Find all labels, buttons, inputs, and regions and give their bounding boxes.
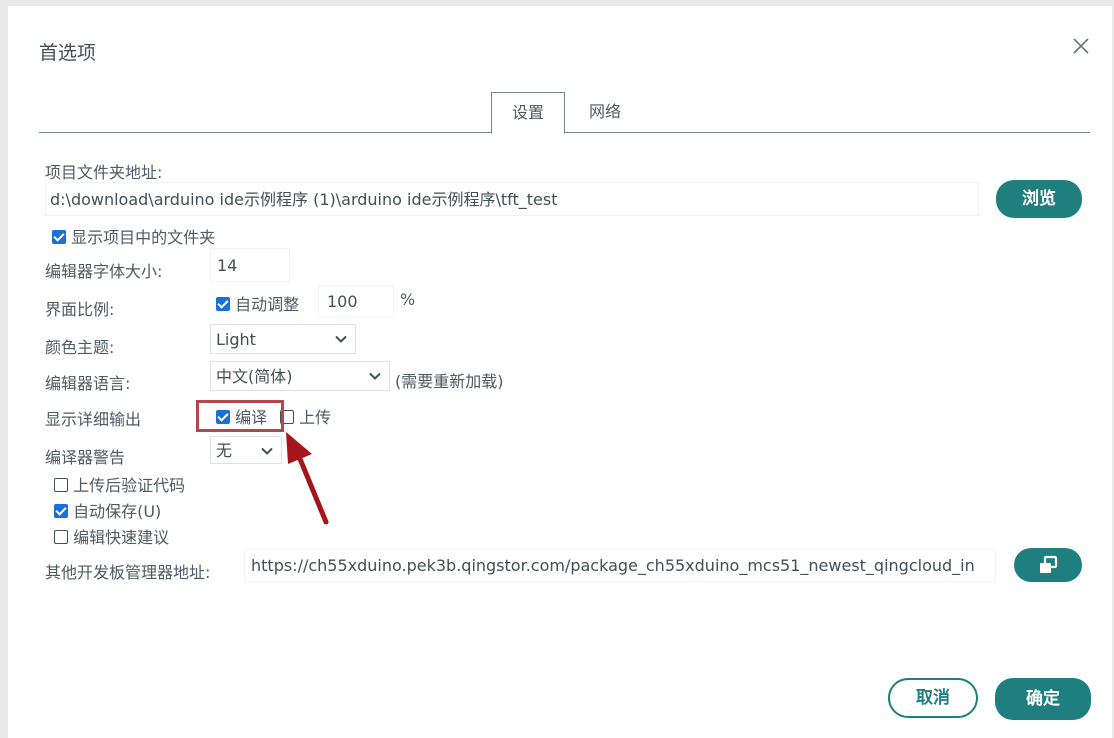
verbose-label: 显示详细输出 [45,410,142,429]
verbose-upload-label: 上传 [299,408,332,427]
auto-scale-checkbox[interactable] [216,296,230,311]
highlight-box [196,400,284,432]
show-files-option[interactable]: 显示项目中的文件夹 [52,224,215,248]
show-files-label: 显示项目中的文件夹 [71,228,216,247]
cancel-button[interactable]: 取消 [888,678,978,718]
board-urls-label: 其他开发板管理器地址: [45,563,211,582]
quick-suggestions-checkbox[interactable] [54,529,68,544]
language-select[interactable]: 中文(简体) [210,361,390,391]
language-note: (需要重新加载) [395,372,504,391]
warnings-value: 无 [216,441,233,460]
language-label: 编辑器语言: [45,374,131,393]
theme-value: Light [216,330,256,349]
sketchbook-label: 项目文件夹地址: [45,163,163,182]
scale-unit: % [400,290,416,309]
verbose-upload-option[interactable]: 上传 [280,404,331,428]
tab-settings[interactable]: 设置 [491,92,565,134]
auto-scale-label: 自动调整 [235,295,300,314]
autosave-checkbox[interactable] [54,503,68,518]
chevron-down-icon [335,335,347,343]
close-icon[interactable] [1069,34,1093,58]
language-value: 中文(简体) [216,367,293,386]
verify-upload-label: 上传后验证代码 [73,476,186,495]
quick-suggestions-option[interactable]: 编辑快速建议 [54,524,169,548]
warnings-select[interactable]: 无 [210,436,282,464]
autosave-option[interactable]: 自动保存(U) [54,498,161,522]
browse-button[interactable]: 浏览 [996,180,1082,218]
chevron-down-icon [261,447,273,455]
tab-network[interactable]: 网络 [580,92,630,132]
theme-label: 颜色主题: [45,338,115,357]
scale-label: 界面比例: [45,300,115,319]
font-size-label: 编辑器字体大小: [45,262,163,281]
warnings-label: 编译器警告 [45,448,126,467]
arrow-annotation [286,432,329,525]
font-size-input[interactable]: 14 [210,248,290,282]
board-urls-input[interactable]: https://ch55xduino.pek3b.qingstor.com/pa… [244,548,996,582]
verify-upload-option[interactable]: 上传后验证代码 [54,472,185,496]
board-urls-button[interactable] [1014,548,1082,582]
dialog-title: 首选项 [39,42,97,64]
verify-upload-checkbox[interactable] [54,477,68,492]
preferences-dialog: 首选项 设置 网络 项目文件夹地址: d:\download\arduino i… [8,6,1112,738]
open-window-icon [1040,555,1058,573]
autosave-label: 自动保存(U) [73,502,162,521]
theme-select[interactable]: Light [210,324,356,354]
auto-scale-option[interactable]: 自动调整 [216,291,299,315]
chevron-down-icon [369,372,381,380]
scale-input[interactable]: 100 [318,285,394,317]
show-files-checkbox[interactable] [52,229,66,244]
sketchbook-path-input[interactable]: d:\download\arduino ide示例程序 (1)\arduino … [45,182,979,216]
ok-button[interactable]: 确定 [995,678,1091,720]
quick-suggestions-label: 编辑快速建议 [73,528,170,547]
